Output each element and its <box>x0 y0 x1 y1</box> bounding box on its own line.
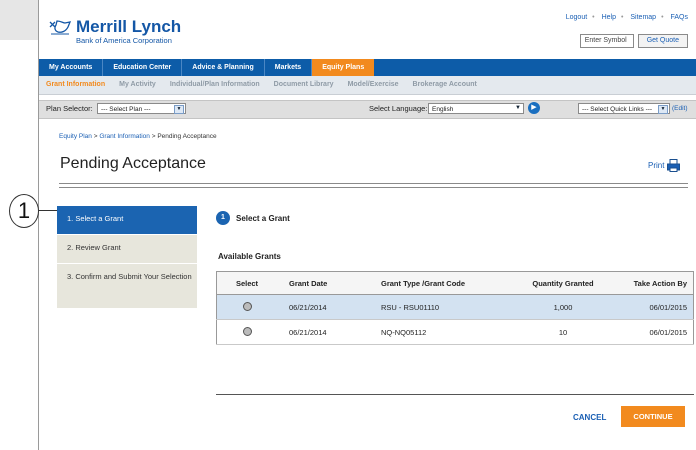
separator: • <box>661 14 664 21</box>
header-take-action-by: Take Action By <box>615 271 694 295</box>
cancel-button[interactable]: CANCEL <box>573 413 606 422</box>
edit-quick-links-link[interactable]: (Edit) <box>672 105 688 112</box>
separator: • <box>620 14 624 21</box>
header-quantity: Quantity Granted <box>511 271 615 295</box>
logout-link[interactable]: Logout <box>566 14 587 21</box>
toolbar: Plan Selector: --- Select Plan --- ▼ Sel… <box>39 100 696 119</box>
plan-selector-value: --- Select Plan --- <box>101 106 151 113</box>
sitemap-link[interactable]: Sitemap <box>630 14 656 21</box>
step-review-grant[interactable]: 2. Review Grant <box>57 235 197 264</box>
step-list: 1. Select a Grant 2. Review Grant 3. Con… <box>57 206 197 309</box>
faqs-link[interactable]: FAQs <box>670 14 688 21</box>
table-row[interactable]: 06/21/2014 RSU - RSU01110 1,000 06/01/20… <box>216 294 694 320</box>
table-header-row: Select Grant Date Grant Type /Grant Code… <box>216 271 694 295</box>
tab-education-center[interactable]: Education Center <box>103 59 183 76</box>
plan-selector-label: Plan Selector: <box>46 104 93 113</box>
page-title: Pending Acceptance <box>60 155 206 172</box>
language-value: English <box>432 106 454 113</box>
get-quote-button[interactable]: Get Quote <box>637 34 688 48</box>
language-dropdown[interactable]: English ▼ <box>428 103 524 114</box>
breadcrumb-equity-plan[interactable]: Equity Plan <box>59 133 92 140</box>
quantity-cell: 1,000 <box>511 294 615 320</box>
tab-equity-plans[interactable]: Equity Plans <box>312 59 375 76</box>
bull-logo-icon <box>49 20 72 35</box>
brand-name: Merrill Lynch <box>76 17 182 36</box>
grants-table: Select Grant Date Grant Type /Grant Code… <box>216 271 694 345</box>
section-number-badge: 1 <box>216 211 230 225</box>
quantity-cell: 10 <box>511 319 615 345</box>
table-row[interactable]: 06/21/2014 NQ-NQ05112 10 06/01/2015 <box>216 319 694 345</box>
quick-links-dropdown[interactable]: --- Select Quick Links --- ▼ <box>578 103 670 114</box>
radio-button[interactable] <box>242 326 252 336</box>
chevron-down-icon: ▼ <box>658 105 668 114</box>
tab-my-accounts[interactable]: My Accounts <box>39 59 104 76</box>
tab-markets[interactable]: Markets <box>265 59 313 76</box>
go-arrow-button[interactable]: ▶ <box>528 102 540 114</box>
symbol-input[interactable]: Enter Symbol <box>579 34 634 48</box>
grant-date-cell: 06/21/2014 <box>277 294 369 320</box>
separator: • <box>592 14 595 21</box>
chevron-down-icon: ▼ <box>515 105 521 111</box>
actions-divider <box>216 394 694 395</box>
breadcrumb-grant-information[interactable]: Grant Information <box>99 133 150 140</box>
background-strip <box>0 0 38 40</box>
chevron-down-icon: ▼ <box>174 105 184 114</box>
tab-advice-planning[interactable]: Advice & Planning <box>182 59 265 76</box>
merrill-lynch-logo[interactable]: Merrill Lynch Bank of America Corporatio… <box>48 18 181 48</box>
utility-links: Logout • Help • Sitemap • FAQs <box>566 14 688 21</box>
quick-links-value: --- Select Quick Links --- <box>582 106 653 113</box>
printer-icon <box>667 159 681 172</box>
header-grant-type: Grant Type /Grant Code <box>369 271 511 295</box>
subnav-model-exercise[interactable]: Model/Exercise <box>341 76 406 94</box>
row-select-cell <box>216 319 277 345</box>
subnav-grant-information[interactable]: Grant Information <box>39 76 112 94</box>
take-action-by-cell: 06/01/2015 <box>615 294 694 320</box>
grant-type-cell: RSU - RSU01110 <box>369 294 511 320</box>
radio-button[interactable] <box>242 301 252 311</box>
sub-nav: Grant Information My Activity Individual… <box>39 76 696 95</box>
step-select-grant[interactable]: 1. Select a Grant <box>57 206 197 235</box>
title-divider <box>59 183 688 188</box>
symbol-search: Enter Symbol Get Quote <box>579 34 688 48</box>
subnav-my-activity[interactable]: My Activity <box>112 76 163 94</box>
header-grant-date: Grant Date <box>277 271 369 295</box>
step-confirm-submit[interactable]: 3. Confirm and Submit Your Selection <box>57 264 197 309</box>
section-title: Select a Grant <box>236 213 290 223</box>
language-label: Select Language: <box>369 104 428 113</box>
subnav-brokerage-account[interactable]: Brokerage Account <box>406 76 484 94</box>
print-link[interactable]: Print <box>648 159 681 172</box>
header-select: Select <box>216 271 277 295</box>
brand-subtitle: Bank of America Corporation <box>76 36 172 45</box>
breadcrumb-current: Pending Acceptance <box>157 133 217 140</box>
row-select-cell <box>216 294 277 320</box>
callout-line <box>37 210 57 211</box>
breadcrumb: Equity Plan > Grant Information > Pendin… <box>59 133 217 140</box>
app-frame: Merrill Lynch Bank of America Corporatio… <box>9 0 696 450</box>
take-action-by-cell: 06/01/2015 <box>615 319 694 345</box>
grant-date-cell: 06/21/2014 <box>277 319 369 345</box>
continue-button[interactable]: CONTINUE <box>621 406 685 427</box>
subnav-individual-plan-information[interactable]: Individual/Plan Information <box>163 76 267 94</box>
grant-type-cell: NQ-NQ05112 <box>369 319 511 345</box>
main-nav: My Accounts Education Center Advice & Pl… <box>39 59 696 76</box>
subnav-document-library[interactable]: Document Library <box>267 76 341 94</box>
available-grants-label: Available Grants <box>218 252 281 261</box>
print-label: Print <box>648 161 665 170</box>
help-link[interactable]: Help <box>602 14 616 21</box>
plan-selector-dropdown[interactable]: --- Select Plan --- ▼ <box>97 103 186 114</box>
callout-number: 1 <box>9 194 39 228</box>
section-heading: 1 Select a Grant <box>216 211 290 225</box>
